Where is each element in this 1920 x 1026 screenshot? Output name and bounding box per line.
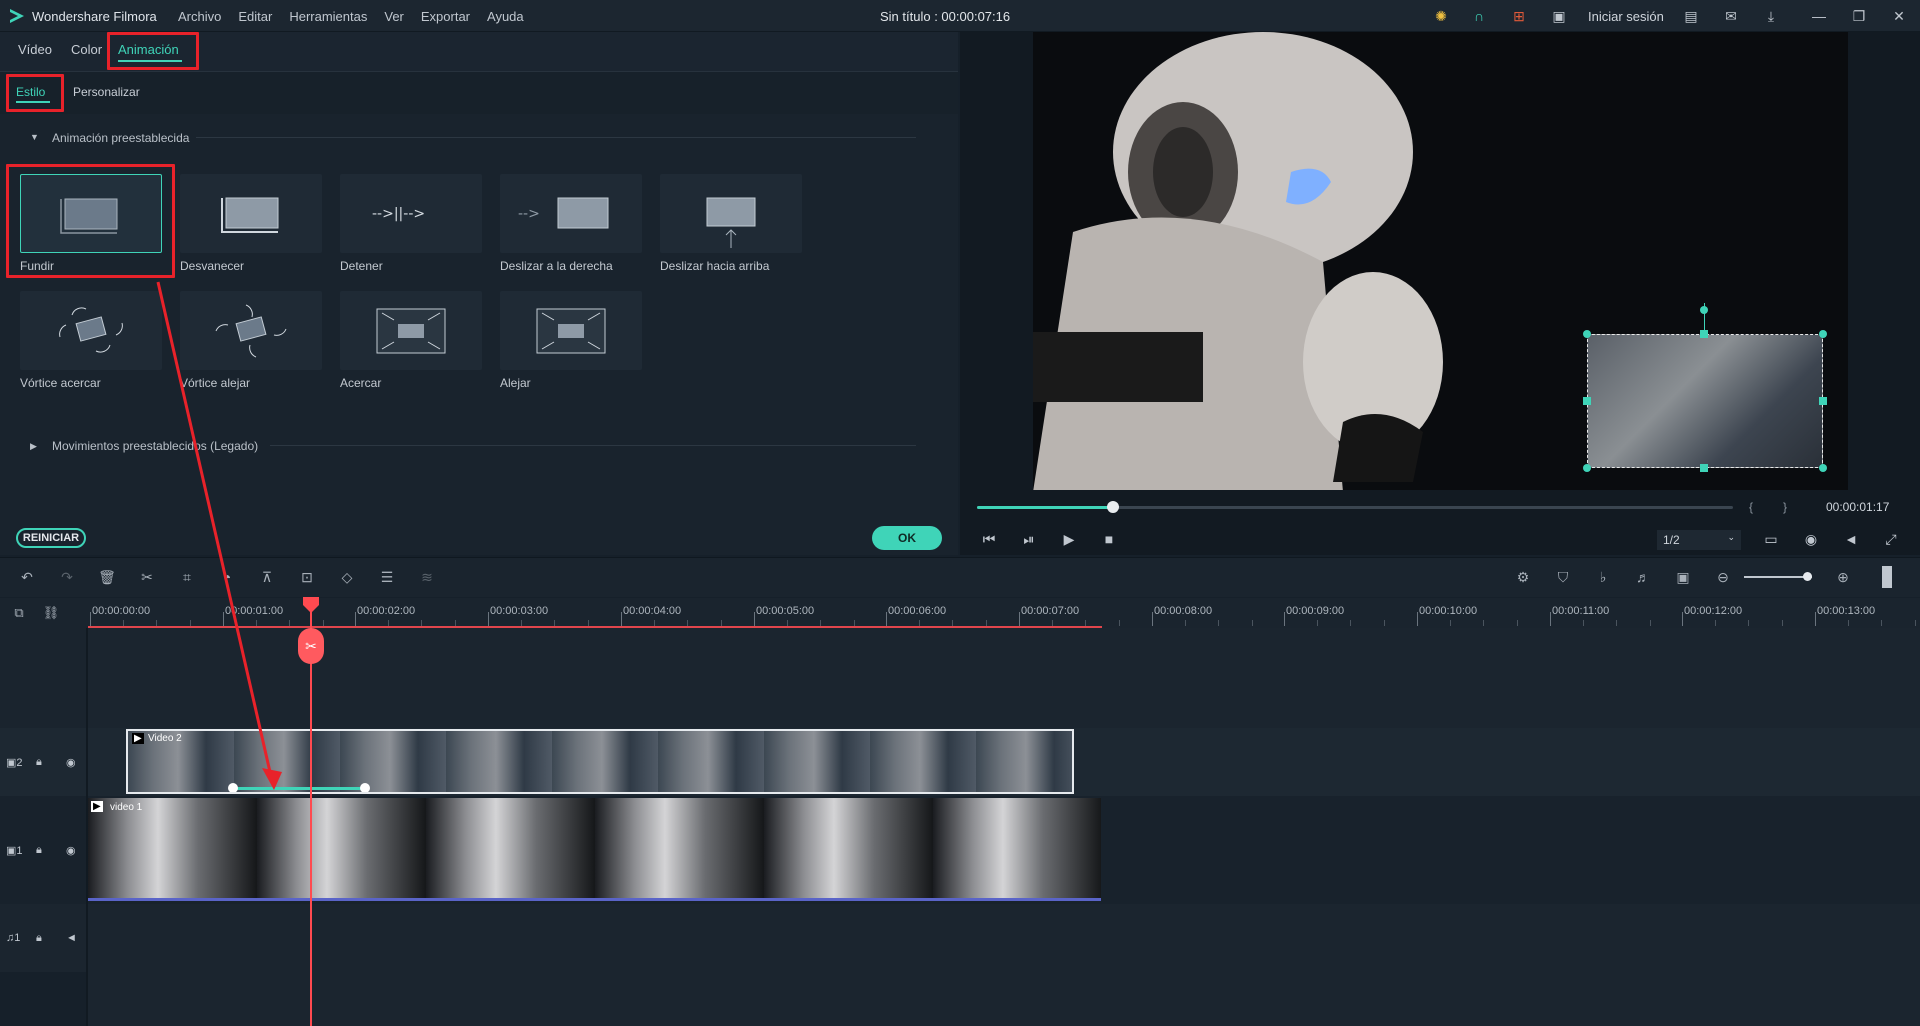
- annotation-arrow: [156, 281, 282, 790]
